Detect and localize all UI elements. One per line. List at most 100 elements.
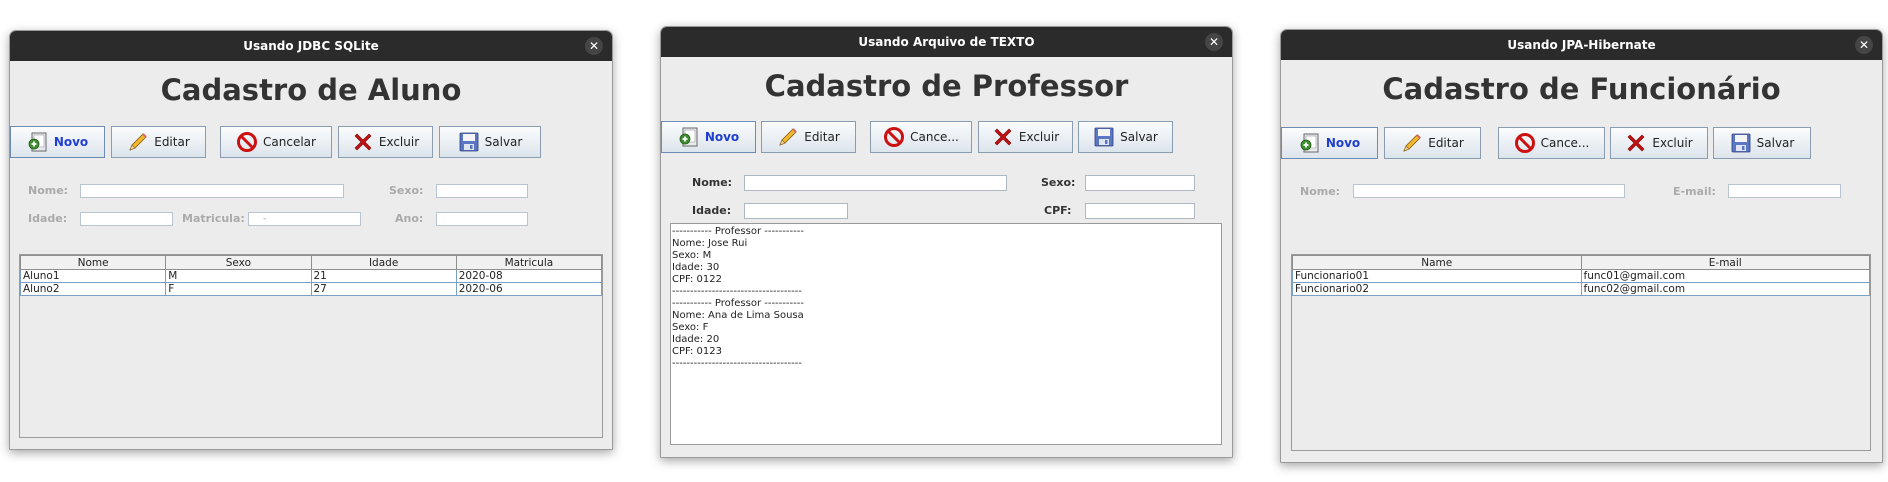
pencil-icon bbox=[777, 126, 799, 148]
cpf-input[interactable] bbox=[1085, 203, 1195, 219]
cpf-label: CPF: bbox=[1044, 204, 1072, 217]
close-icon[interactable]: ✕ bbox=[585, 37, 603, 55]
cancelar-button[interactable]: Cancelar bbox=[220, 126, 332, 158]
red-x-icon bbox=[352, 131, 374, 153]
close-icon[interactable]: ✕ bbox=[1205, 33, 1223, 51]
nome-label: Nome: bbox=[1300, 185, 1341, 198]
excluir-button[interactable]: Excluir bbox=[978, 121, 1073, 153]
no-entry-icon bbox=[236, 131, 258, 153]
col-header-idade[interactable]: Idade bbox=[310, 255, 457, 270]
aluno-table-panel: Nome Sexo Idade Matricula Aluno1 M 21 20… bbox=[19, 254, 603, 438]
email-label: E-mail: bbox=[1673, 185, 1716, 198]
nome-input[interactable] bbox=[1353, 184, 1625, 198]
nome-input[interactable] bbox=[744, 175, 1007, 191]
email-input[interactable] bbox=[1728, 184, 1841, 198]
new-document-icon bbox=[678, 126, 700, 148]
nome-label: Nome: bbox=[692, 176, 733, 189]
idade-label: Idade: bbox=[692, 204, 732, 217]
cell-nome: Aluno2 bbox=[19, 282, 167, 296]
cancelar-button[interactable]: Cance... bbox=[1498, 127, 1605, 159]
novo-button[interactable]: Novo bbox=[1281, 127, 1378, 159]
col-header-sexo[interactable]: Sexo bbox=[165, 255, 312, 270]
nome-input[interactable] bbox=[80, 184, 344, 198]
cancelar-label: Cance... bbox=[1540, 136, 1590, 150]
window-aluno: Usando JDBC SQLite ✕ Cadastro de Aluno N… bbox=[9, 30, 613, 450]
salvar-label: Salvar bbox=[1756, 136, 1795, 150]
text-line: CPF: 0122 bbox=[672, 274, 722, 285]
editar-button[interactable]: Editar bbox=[761, 121, 856, 153]
table-header-row: Nome Sexo Idade Matricula bbox=[19, 255, 603, 270]
cell-email: func01@gmail.com bbox=[1580, 269, 1870, 283]
salvar-button[interactable]: Salvar bbox=[1078, 121, 1173, 153]
pencil-icon bbox=[127, 131, 149, 153]
ano-label: Ano: bbox=[395, 212, 424, 225]
excluir-label: Excluir bbox=[378, 135, 420, 149]
funcionario-table[interactable]: Name E-mail Funcionario01 func01@gmail.c… bbox=[1292, 255, 1870, 296]
salvar-button[interactable]: Salvar bbox=[1713, 127, 1811, 159]
cell-nome: Aluno1 bbox=[19, 269, 167, 283]
text-line: ------------------------------------ bbox=[672, 286, 802, 297]
excluir-button[interactable]: Excluir bbox=[338, 126, 433, 158]
novo-button[interactable]: Novo bbox=[10, 126, 105, 158]
col-header-email[interactable]: E-mail bbox=[1580, 255, 1870, 270]
cell-matricula: 2020-08 bbox=[455, 269, 603, 283]
text-line: Nome: Jose Rui bbox=[672, 238, 748, 249]
editar-button[interactable]: Editar bbox=[111, 126, 206, 158]
idade-input[interactable] bbox=[744, 203, 848, 219]
window-title: Usando JDBC SQLite bbox=[243, 39, 379, 53]
table-row[interactable]: Aluno2 F 27 2020-06 bbox=[19, 282, 603, 296]
cell-email: func02@gmail.com bbox=[1580, 282, 1870, 296]
cancelar-button[interactable]: Cance... bbox=[870, 121, 972, 153]
page-title: Cadastro de Funcionário bbox=[1382, 72, 1781, 106]
col-header-matricula[interactable]: Matricula bbox=[455, 255, 603, 270]
excluir-button[interactable]: Excluir bbox=[1610, 127, 1708, 159]
ano-input[interactable] bbox=[436, 212, 528, 226]
text-line: Idade: 30 bbox=[672, 262, 720, 273]
table-header-row: Name E-mail bbox=[1292, 255, 1870, 270]
editar-label: Editar bbox=[1428, 136, 1464, 150]
idade-input[interactable] bbox=[80, 212, 173, 226]
new-document-icon bbox=[1299, 132, 1321, 154]
page-title: Cadastro de Professor bbox=[764, 69, 1129, 103]
professor-text-area[interactable]: ----------- Professor ----------- Nome: J… bbox=[670, 223, 1222, 445]
aluno-table[interactable]: Nome Sexo Idade Matricula Aluno1 M 21 20… bbox=[19, 255, 603, 296]
cell-sexo: F bbox=[165, 282, 312, 296]
novo-label: Novo bbox=[53, 135, 89, 149]
text-line: CPF: 0123 bbox=[672, 346, 722, 357]
red-x-icon bbox=[992, 126, 1014, 148]
window-funcionario: Usando JPA-Hibernate ✕ Cadastro de Funci… bbox=[1280, 29, 1883, 463]
cell-name: Funcionario01 bbox=[1292, 269, 1582, 283]
window-title: Usando JPA-Hibernate bbox=[1507, 38, 1656, 52]
page-title: Cadastro de Aluno bbox=[160, 73, 462, 107]
text-line: ------------------------------------ bbox=[672, 358, 802, 369]
no-entry-icon bbox=[883, 126, 905, 148]
window-title: Usando Arquivo de TEXTO bbox=[858, 35, 1035, 49]
col-header-name[interactable]: Name bbox=[1292, 255, 1582, 270]
editar-label: Editar bbox=[804, 130, 840, 144]
table-row[interactable]: Aluno1 M 21 2020-08 bbox=[19, 269, 603, 283]
no-entry-icon bbox=[1514, 132, 1536, 154]
cell-idade: 21 bbox=[310, 269, 457, 283]
new-document-icon bbox=[27, 131, 49, 153]
title-bar: Usando JDBC SQLite ✕ bbox=[10, 31, 612, 61]
matricula-input[interactable]: - bbox=[248, 212, 361, 226]
cancelar-label: Cancelar bbox=[263, 135, 316, 149]
col-header-nome[interactable]: Nome bbox=[19, 255, 167, 270]
editar-label: Editar bbox=[154, 135, 190, 149]
close-icon[interactable]: ✕ bbox=[1855, 36, 1873, 54]
editar-button[interactable]: Editar bbox=[1384, 127, 1481, 159]
cell-idade: 27 bbox=[310, 282, 457, 296]
pencil-icon bbox=[1401, 132, 1423, 154]
floppy-disk-icon bbox=[1093, 126, 1115, 148]
sexo-input[interactable] bbox=[1085, 175, 1195, 191]
sexo-label: Sexo: bbox=[1041, 176, 1076, 189]
novo-button[interactable]: Novo bbox=[661, 121, 756, 153]
salvar-label: Salvar bbox=[1120, 130, 1158, 144]
funcionario-table-panel: Name E-mail Funcionario01 func01@gmail.c… bbox=[1291, 254, 1871, 451]
table-row[interactable]: Funcionario01 func01@gmail.com bbox=[1292, 269, 1870, 283]
table-row[interactable]: Funcionario02 func02@gmail.com bbox=[1292, 282, 1870, 296]
sexo-input[interactable] bbox=[436, 184, 528, 198]
salvar-button[interactable]: Salvar bbox=[439, 126, 541, 158]
excluir-label: Excluir bbox=[1018, 130, 1060, 144]
floppy-disk-icon bbox=[1730, 132, 1752, 154]
